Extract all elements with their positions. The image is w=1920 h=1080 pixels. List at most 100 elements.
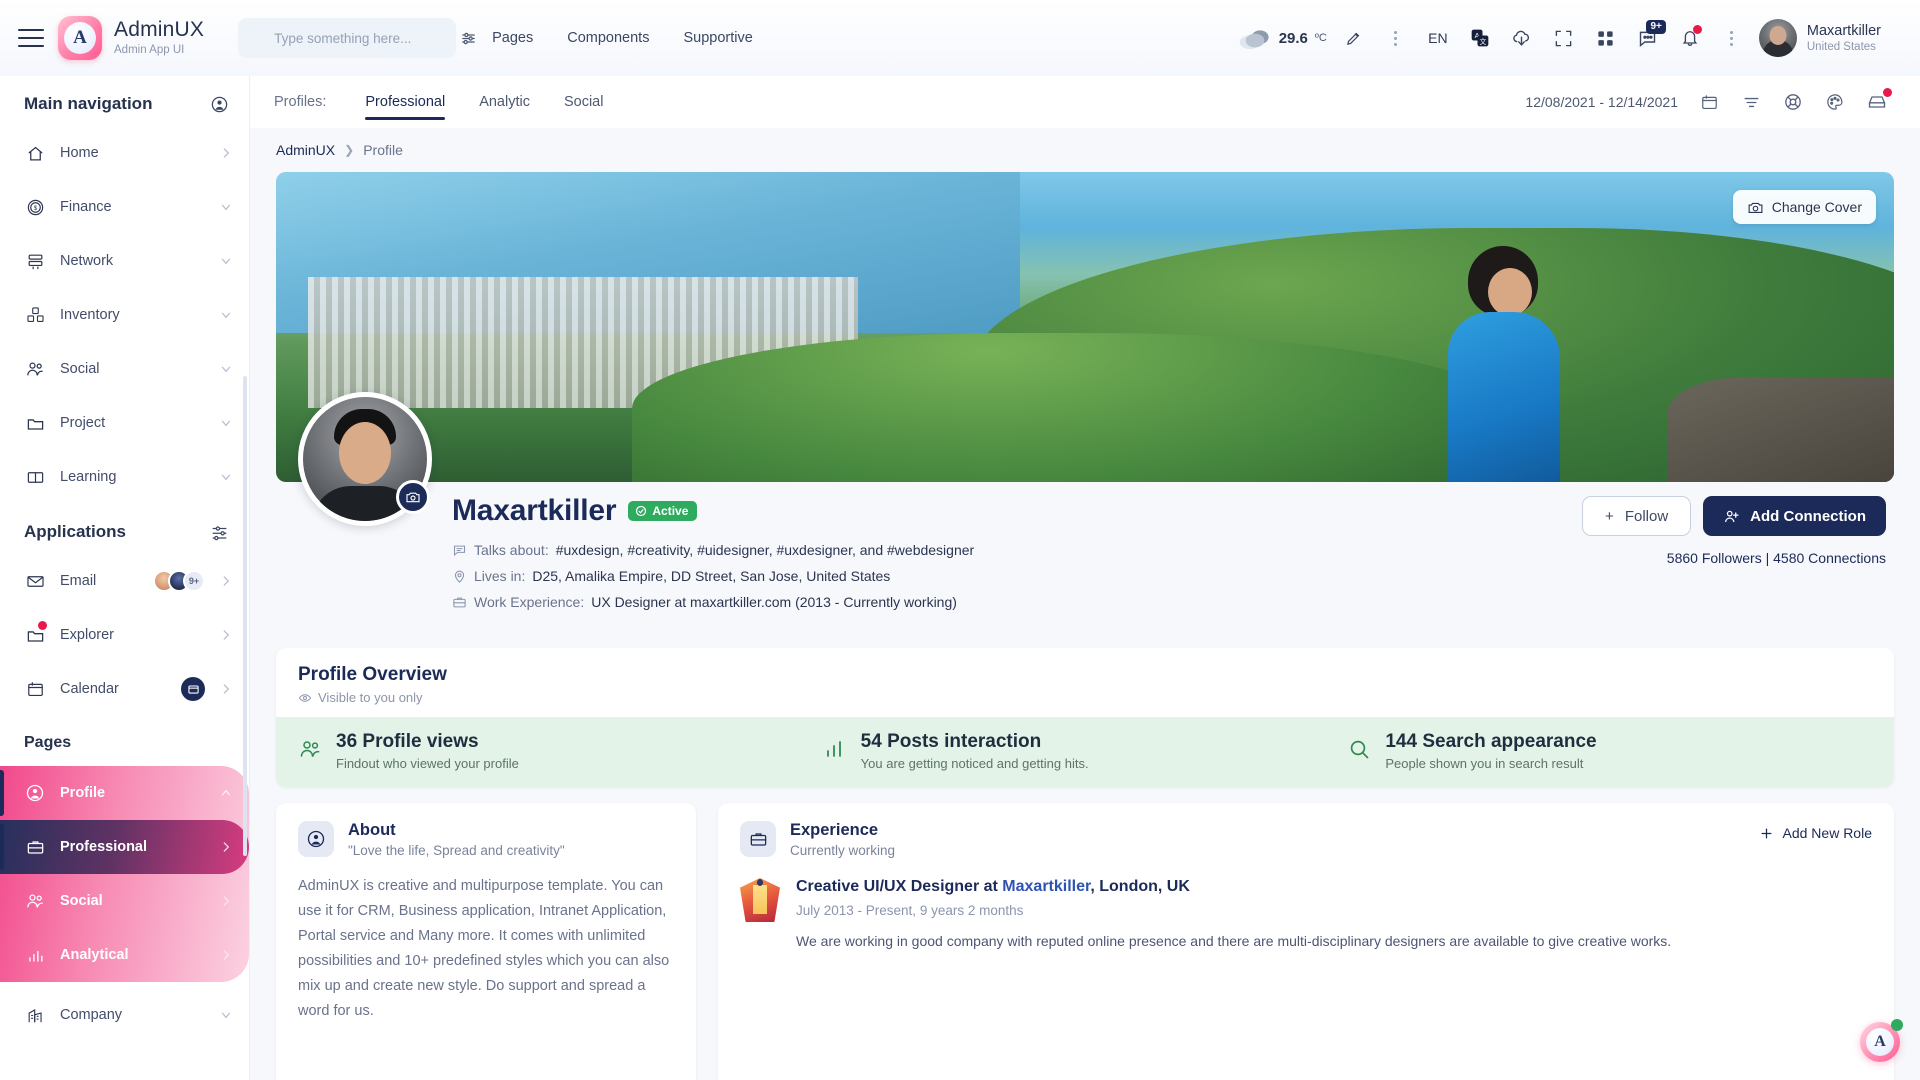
user-circle-icon[interactable] bbox=[210, 95, 229, 114]
sidebar-item-company[interactable]: Company bbox=[0, 988, 249, 1042]
weather-more-kebab-icon[interactable] bbox=[1375, 17, 1417, 59]
bell-icon[interactable] bbox=[1669, 17, 1711, 59]
fab-online-dot bbox=[1891, 1019, 1903, 1031]
company-logo-icon bbox=[740, 878, 780, 922]
avatar-more-count: 9+ bbox=[183, 570, 205, 592]
stat-search-appearance: 144 Search appearance People shown you i… bbox=[1347, 731, 1872, 771]
global-search[interactable] bbox=[238, 18, 475, 58]
experience-date: July 2013 - Present, 9 years 2 months bbox=[796, 903, 1024, 918]
calendar-icon bbox=[24, 678, 46, 700]
sidebar-item-social-page[interactable]: Social bbox=[0, 874, 249, 928]
fab-letter: A bbox=[1866, 1028, 1894, 1056]
stat-posts-interaction: 54 Posts interaction You are getting not… bbox=[823, 731, 1348, 771]
calendar-icon[interactable] bbox=[1690, 83, 1728, 121]
profile-bottom-row: About "Love the life, Spread and creativ… bbox=[276, 803, 1894, 1080]
weather-temp: 29.6 bbox=[1278, 29, 1308, 47]
cloud-download-icon[interactable] bbox=[1501, 17, 1543, 59]
work-label: Work Experience: bbox=[474, 594, 585, 610]
follow-label: Follow bbox=[1624, 507, 1669, 525]
topnav-pages[interactable]: Pages bbox=[492, 30, 533, 46]
sidebar-item-label: Social bbox=[60, 361, 100, 377]
sidebar-item-label: Calendar bbox=[60, 681, 119, 697]
date-range-value[interactable]: 12/08/2021 - 12/14/2021 bbox=[1525, 94, 1678, 110]
sidebar-item-finance[interactable]: $ Finance bbox=[0, 180, 249, 234]
avatar bbox=[1758, 19, 1797, 57]
stat-headline: 54 Posts interaction bbox=[860, 731, 1042, 752]
sidebar-item-calendar[interactable]: Calendar bbox=[0, 662, 249, 716]
sliders-icon[interactable] bbox=[210, 523, 229, 542]
tab-analytic[interactable]: Analytic bbox=[462, 76, 547, 128]
fullscreen-icon[interactable] bbox=[1543, 17, 1585, 59]
sidebar-item-home[interactable]: Home bbox=[0, 126, 249, 180]
sidebar-section-main: Main navigation bbox=[0, 76, 249, 126]
chat-icon[interactable]: 9+ bbox=[1627, 17, 1669, 59]
overview-stats: 36 Profile views Findout who viewed your… bbox=[276, 717, 1894, 787]
search-input[interactable] bbox=[274, 30, 452, 46]
add-new-role-button[interactable]: Add New Role bbox=[1759, 825, 1872, 841]
topnav-components[interactable]: Components bbox=[567, 30, 649, 46]
tab-professional[interactable]: Professional bbox=[348, 76, 462, 128]
sidebar-item-professional[interactable]: Professional bbox=[0, 820, 249, 874]
sidebar-item-email[interactable]: Email 9+ bbox=[0, 554, 249, 608]
support-fab-button[interactable]: A bbox=[1860, 1019, 1903, 1062]
cover-photo: Change Cover bbox=[276, 172, 1894, 482]
filter-icon[interactable] bbox=[1732, 83, 1770, 121]
weather-edit-pencil-icon[interactable] bbox=[1333, 17, 1375, 59]
tab-social[interactable]: Social bbox=[547, 76, 621, 128]
change-cover-button[interactable]: Change Cover bbox=[1732, 190, 1876, 224]
inbox-icon[interactable] bbox=[1858, 83, 1896, 121]
language-selector[interactable]: EN bbox=[1417, 17, 1459, 59]
sidebar-item-social[interactable]: Social bbox=[0, 342, 249, 396]
boxes-icon bbox=[24, 304, 46, 326]
lifebuoy-icon[interactable] bbox=[1774, 83, 1812, 121]
cover-rock bbox=[1667, 376, 1894, 482]
apps-grid-icon[interactable] bbox=[1585, 17, 1627, 59]
change-avatar-button[interactable] bbox=[396, 480, 430, 514]
sidebar-item-project[interactable]: Project bbox=[0, 396, 249, 450]
svg-text:文: 文 bbox=[1479, 37, 1486, 46]
header-actions: 29.6 ºC EN A 文 9+ Maxartkiller United St… bbox=[1238, 17, 1920, 59]
company-link[interactable]: Maxartkiller bbox=[1002, 878, 1090, 895]
search-filter-icon[interactable] bbox=[460, 30, 477, 47]
sidebar-section-title: Applications bbox=[24, 522, 127, 541]
menu-toggle-button[interactable] bbox=[18, 29, 44, 47]
chevron-up-icon bbox=[219, 786, 233, 800]
sidebar-item-label: Professional bbox=[60, 839, 148, 855]
briefcase-icon bbox=[452, 595, 467, 610]
weather-widget[interactable]: 29.6 ºC bbox=[1238, 26, 1327, 50]
sidebar-section-title: Main navigation bbox=[24, 94, 153, 113]
sidebar-item-analytical[interactable]: Analytical bbox=[0, 928, 249, 982]
profile-lives-in: Lives in: D25, Amalika Empire, DD Street… bbox=[452, 568, 1894, 584]
sidebar-item-profile[interactable]: Profile bbox=[0, 766, 249, 820]
add-connection-button[interactable]: Add Connection bbox=[1703, 496, 1886, 536]
hamburger-line bbox=[18, 45, 44, 47]
sidebar-item-learning[interactable]: Learning bbox=[0, 450, 249, 504]
palette-icon[interactable] bbox=[1816, 83, 1854, 121]
sidebar-item-network[interactable]: Network bbox=[0, 234, 249, 288]
avatar-face bbox=[339, 421, 391, 484]
stat-desc: You are getting noticed and getting hits… bbox=[860, 756, 1089, 771]
weather-unit: ºC bbox=[1314, 32, 1327, 44]
breadcrumb-root[interactable]: AdminUX bbox=[276, 142, 335, 158]
sidebar-item-label: Inventory bbox=[60, 307, 120, 323]
follow-button[interactable]: + Follow bbox=[1582, 496, 1692, 536]
stat-text: 144 Search appearance People shown you i… bbox=[1385, 731, 1596, 771]
user-menu[interactable]: Maxartkiller United States bbox=[1758, 19, 1906, 57]
header-more-kebab-icon[interactable] bbox=[1711, 17, 1753, 59]
eye-icon bbox=[298, 691, 312, 705]
window-icon[interactable] bbox=[181, 677, 205, 701]
lives-value: D25, Amalika Empire, DD Street, San Jose… bbox=[532, 568, 891, 584]
brand-logo-block[interactable]: A AdminUX Admin App UI bbox=[58, 16, 204, 60]
email-avatar-stack[interactable]: 9+ bbox=[153, 570, 205, 592]
topnav-supportive[interactable]: Supportive bbox=[683, 30, 752, 46]
sidebar-section-pages: Pages bbox=[0, 716, 249, 764]
sidebar-scrollbar[interactable] bbox=[243, 376, 247, 856]
experience-desc: We are working in good company with repu… bbox=[796, 933, 1672, 949]
translate-icon[interactable]: A 文 bbox=[1459, 17, 1501, 59]
notification-dot bbox=[1692, 25, 1702, 34]
experience-card-header: Experience Currently working bbox=[740, 821, 1872, 858]
sidebar-item-inventory[interactable]: Inventory bbox=[0, 288, 249, 342]
users-icon bbox=[24, 890, 46, 912]
sidebar-item-explorer[interactable]: Explorer bbox=[0, 608, 249, 662]
chevron-right-icon bbox=[219, 628, 233, 642]
